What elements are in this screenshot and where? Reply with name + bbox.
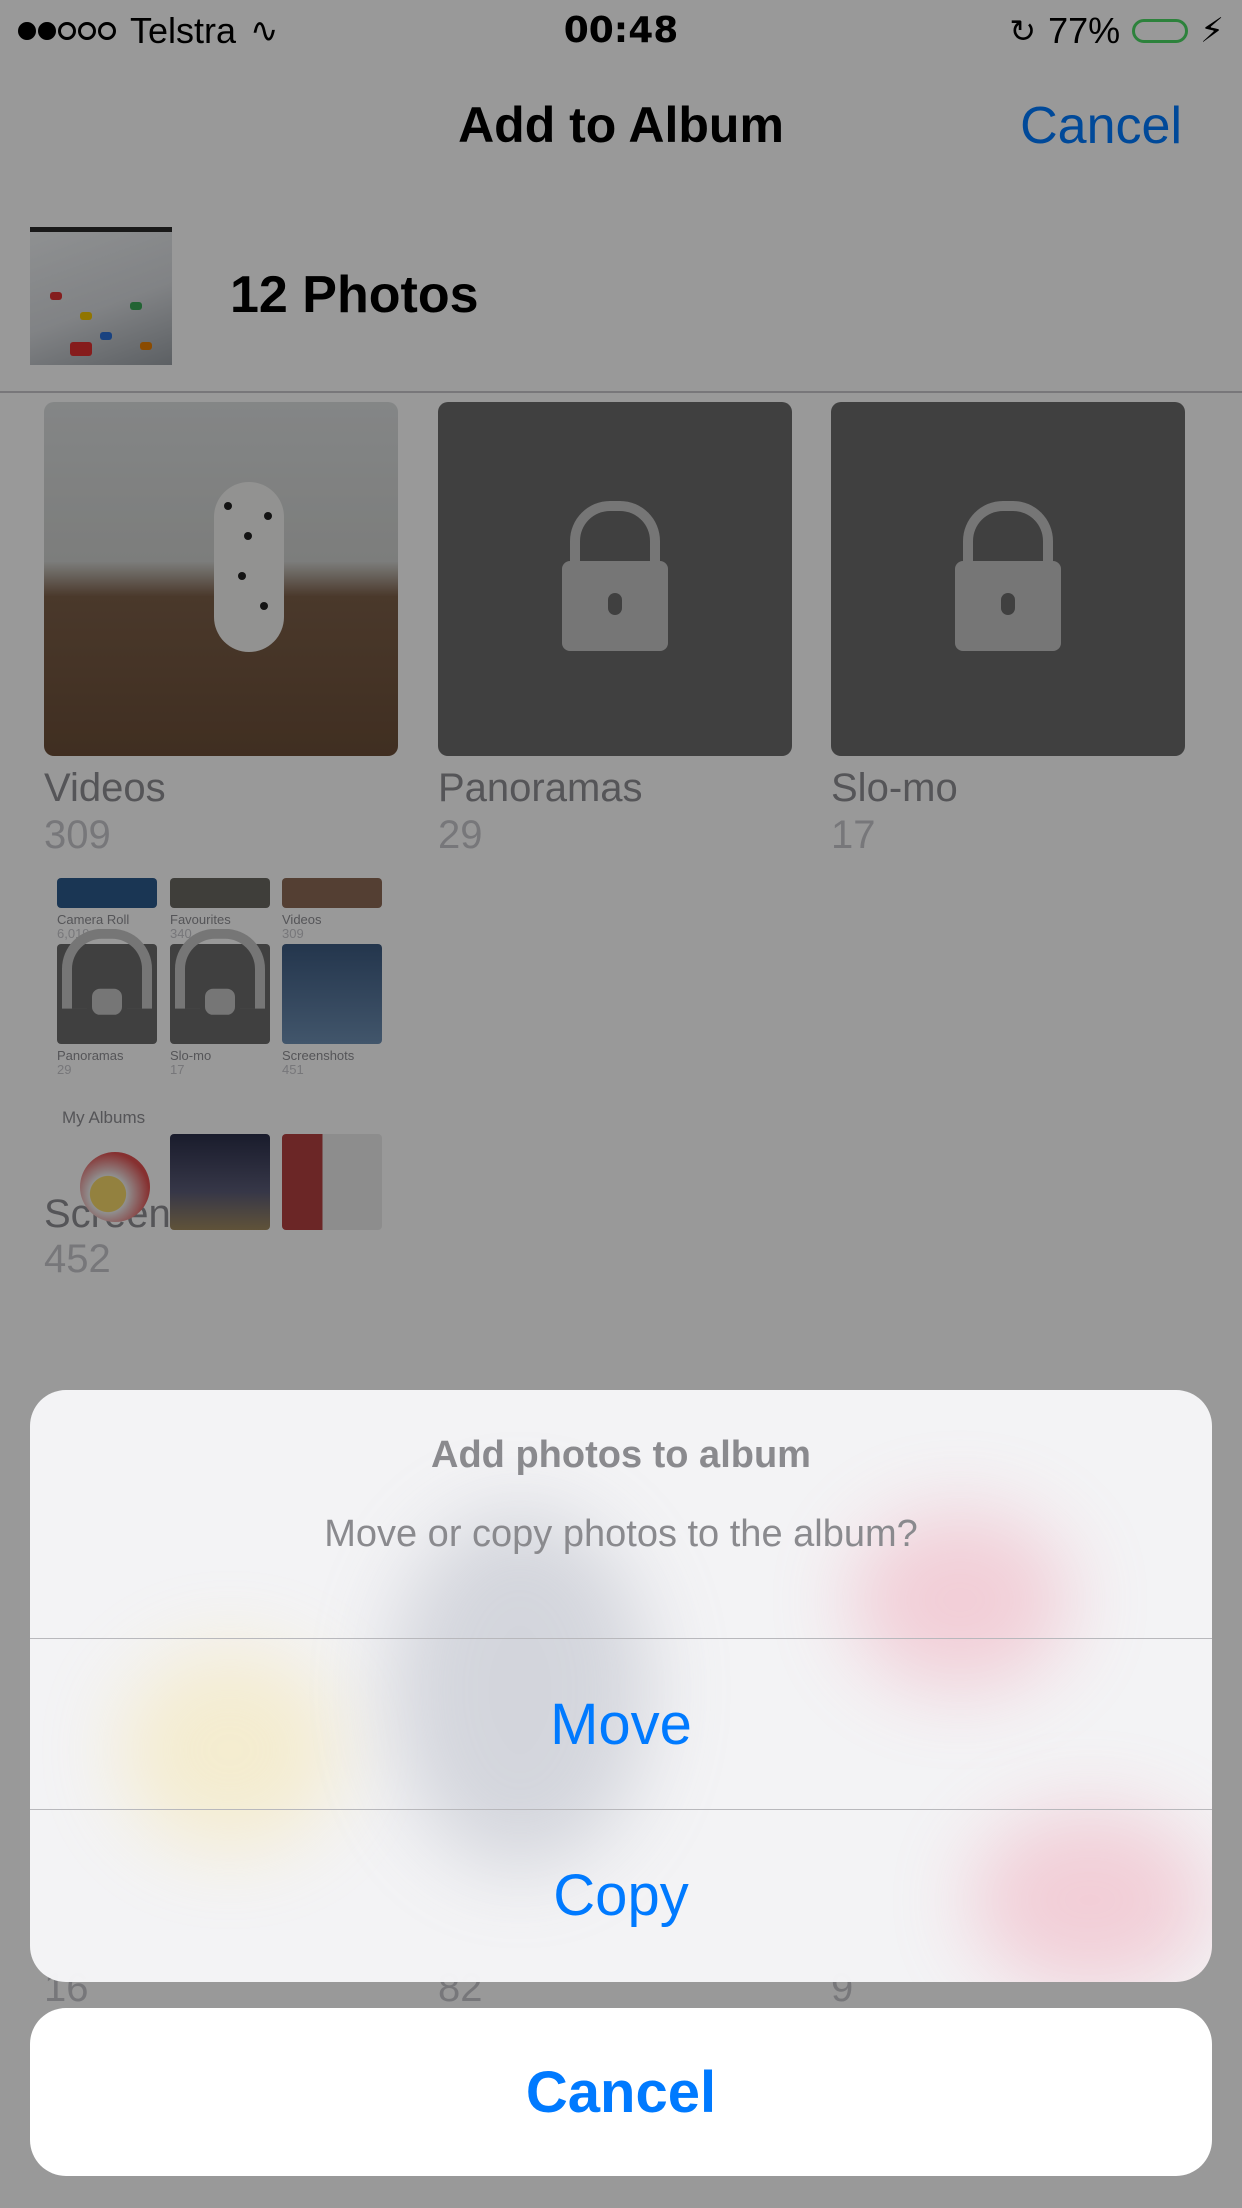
- action-sheet-cancel-button[interactable]: Cancel: [30, 2008, 1212, 2176]
- copy-button[interactable]: Copy: [30, 1810, 1212, 1981]
- action-sheet-header: Add photos to album Move or copy photos …: [30, 1390, 1212, 1639]
- move-button[interactable]: Move: [30, 1639, 1212, 1810]
- action-sheet: Add photos to album Move or copy photos …: [30, 1390, 1212, 1982]
- action-sheet-title: Add photos to album: [431, 1434, 811, 1476]
- action-sheet-message: Move or copy photos to the album?: [324, 1513, 918, 1555]
